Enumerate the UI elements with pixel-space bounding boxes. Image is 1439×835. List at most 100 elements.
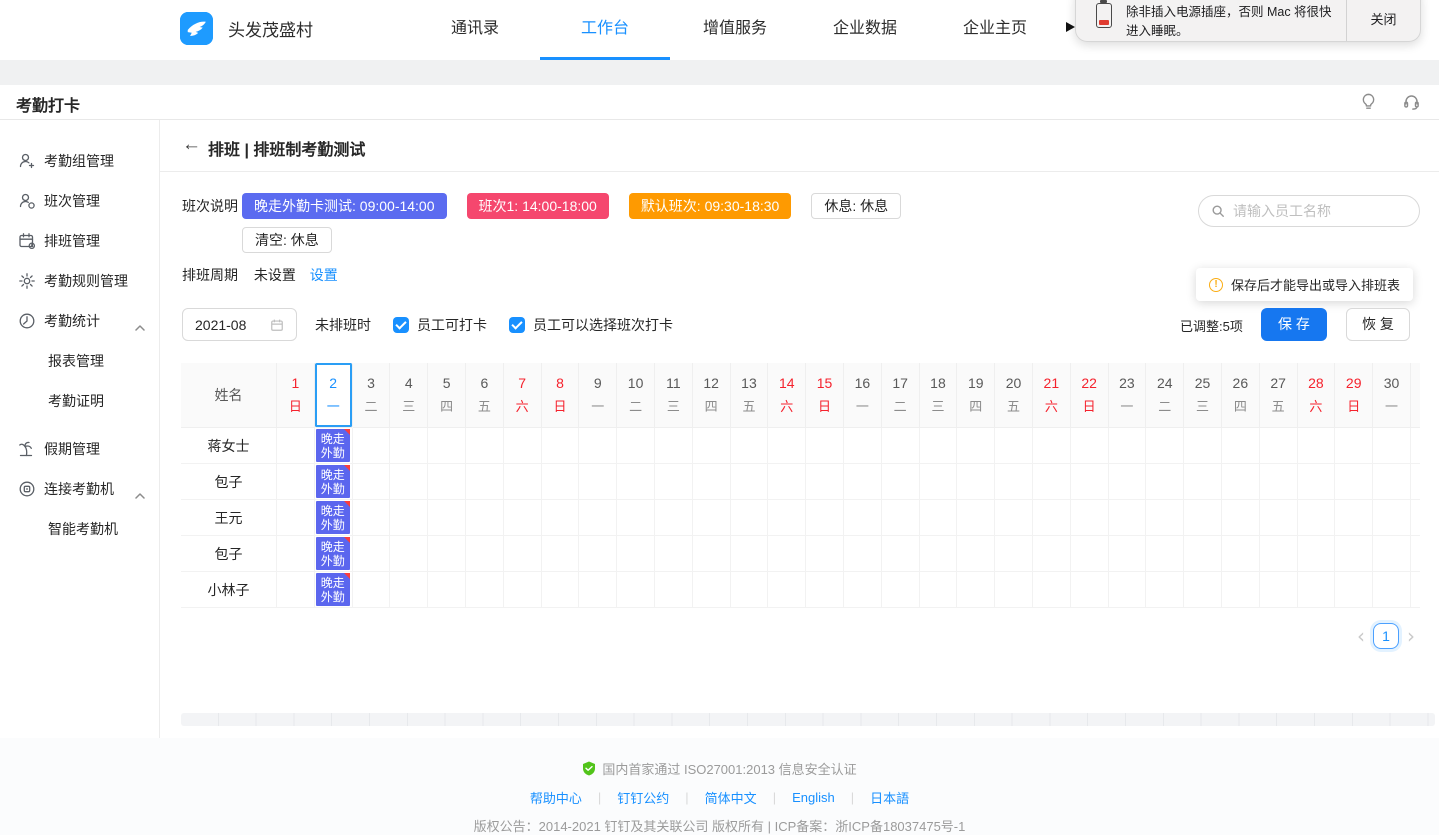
day-cell-4-23[interactable]: [1109, 536, 1147, 572]
day-header-21[interactable]: 21六: [1033, 363, 1071, 428]
page-number[interactable]: 1: [1373, 623, 1399, 649]
day-cell-4-4[interactable]: [390, 536, 428, 572]
sidebar-item-3[interactable]: 排班管理: [0, 221, 159, 261]
day-cell-2-22[interactable]: [1071, 464, 1109, 500]
day-header-15[interactable]: 15日: [806, 363, 844, 428]
shift-legend-badge-2[interactable]: 班次1: 14:00-18:00: [467, 193, 609, 219]
day-cell-1-18[interactable]: [920, 428, 958, 464]
day-cell-1-3[interactable]: [353, 428, 391, 464]
day-cell-3-28[interactable]: [1298, 500, 1336, 536]
day-cell-3-8[interactable]: [542, 500, 580, 536]
nav-tab-2[interactable]: 工作台: [540, 0, 670, 60]
day-cell-5-12[interactable]: [693, 572, 731, 608]
day-cell-1-21[interactable]: [1033, 428, 1071, 464]
day-cell-4-10[interactable]: [617, 536, 655, 572]
day-cell-1-16[interactable]: [844, 428, 882, 464]
day-cell-4-29[interactable]: [1335, 536, 1373, 572]
day-cell-4-9[interactable]: [579, 536, 617, 572]
day-header-7[interactable]: 7六: [504, 363, 542, 428]
day-cell-3-7[interactable]: [504, 500, 542, 536]
day-cell-1-4[interactable]: [390, 428, 428, 464]
lightbulb-icon[interactable]: [1359, 92, 1378, 116]
day-cell-2-13[interactable]: [731, 464, 769, 500]
day-cell-1-13[interactable]: [731, 428, 769, 464]
day-cell-3-19[interactable]: [957, 500, 995, 536]
day-cell-3-17[interactable]: [882, 500, 920, 536]
day-cell-2-11[interactable]: [655, 464, 693, 500]
day-cell-5-29[interactable]: [1335, 572, 1373, 608]
day-cell-5-11[interactable]: [655, 572, 693, 608]
day-header-28[interactable]: 28六: [1298, 363, 1336, 428]
day-cell-5-30[interactable]: [1373, 572, 1411, 608]
day-cell-1-24[interactable]: [1146, 428, 1184, 464]
day-header-11[interactable]: 11三: [655, 363, 693, 428]
day-cell-4-26[interactable]: [1222, 536, 1260, 572]
day-cell-4-19[interactable]: [957, 536, 995, 572]
day-cell-5-22[interactable]: [1071, 572, 1109, 608]
day-cell-4-16[interactable]: [844, 536, 882, 572]
day-cell-5-28[interactable]: [1298, 572, 1336, 608]
shift-legend-badge-1[interactable]: 晚走外勤卡测试: 09:00-14:00: [242, 193, 447, 219]
day-cell-5-13[interactable]: [731, 572, 769, 608]
employee-search[interactable]: [1198, 195, 1420, 227]
day-cell-5-25[interactable]: [1184, 572, 1222, 608]
day-cell-2-21[interactable]: [1033, 464, 1071, 500]
day-cell-5-26[interactable]: [1222, 572, 1260, 608]
day-cell-2-1[interactable]: [277, 464, 315, 500]
day-cell-4-12[interactable]: [693, 536, 731, 572]
day-cell-3-16[interactable]: [844, 500, 882, 536]
day-cell-1-10[interactable]: [617, 428, 655, 464]
day-cell-2-18[interactable]: [920, 464, 958, 500]
sidebar-subitem-5-2[interactable]: 考勤证明: [0, 381, 159, 421]
day-cell-1-11[interactable]: [655, 428, 693, 464]
day-cell-2-30[interactable]: [1373, 464, 1411, 500]
day-header-6[interactable]: 6五: [466, 363, 504, 428]
day-cell-4-30[interactable]: [1373, 536, 1411, 572]
day-cell-5-27[interactable]: [1260, 572, 1298, 608]
day-cell-2-6[interactable]: [466, 464, 504, 500]
day-cell-3-12[interactable]: [693, 500, 731, 536]
day-cell-4-21[interactable]: [1033, 536, 1071, 572]
day-cell-4-28[interactable]: [1298, 536, 1336, 572]
day-cell-5-31[interactable]: [1411, 572, 1420, 608]
restore-button[interactable]: 恢 复: [1346, 308, 1410, 341]
day-cell-5-8[interactable]: [542, 572, 580, 608]
day-cell-3-14[interactable]: [768, 500, 806, 536]
day-cell-5-24[interactable]: [1146, 572, 1184, 608]
day-header-1[interactable]: 1日: [277, 363, 315, 428]
day-cell-4-3[interactable]: [353, 536, 391, 572]
day-cell-4-7[interactable]: [504, 536, 542, 572]
day-cell-3-6[interactable]: [466, 500, 504, 536]
sidebar-item-2[interactable]: 班次管理: [0, 181, 159, 221]
day-cell-3-30[interactable]: [1373, 500, 1411, 536]
day-cell-1-12[interactable]: [693, 428, 731, 464]
day-cell-1-26[interactable]: [1222, 428, 1260, 464]
shift-cell-badge[interactable]: 晚走外勤: [316, 537, 350, 570]
day-cell-2-7[interactable]: [504, 464, 542, 500]
day-header-25[interactable]: 25三: [1184, 363, 1222, 428]
day-cell-5-15[interactable]: [806, 572, 844, 608]
day-cell-5-1[interactable]: [277, 572, 315, 608]
day-header-22[interactable]: 22日: [1071, 363, 1109, 428]
day-header-2[interactable]: 2一: [315, 363, 353, 428]
shift-cell-badge[interactable]: 晚走外勤: [316, 465, 350, 498]
footer-link-5[interactable]: 日本語: [870, 788, 909, 807]
day-cell-1-23[interactable]: [1109, 428, 1147, 464]
day-cell-2-8[interactable]: [542, 464, 580, 500]
day-cell-1-20[interactable]: [995, 428, 1033, 464]
day-header-29[interactable]: 29日: [1335, 363, 1373, 428]
day-cell-3-1[interactable]: [277, 500, 315, 536]
day-cell-3-29[interactable]: [1335, 500, 1373, 536]
day-header-23[interactable]: 23一: [1109, 363, 1147, 428]
day-cell-5-3[interactable]: [353, 572, 391, 608]
day-cell-5-4[interactable]: [390, 572, 428, 608]
brand[interactable]: 头发茂盛村: [180, 12, 313, 45]
day-header-3[interactable]: 3二: [353, 363, 391, 428]
day-cell-5-19[interactable]: [957, 572, 995, 608]
day-header-26[interactable]: 26四: [1222, 363, 1260, 428]
day-cell-2-27[interactable]: [1260, 464, 1298, 500]
day-cell-1-6[interactable]: [466, 428, 504, 464]
day-cell-2-14[interactable]: [768, 464, 806, 500]
day-header-20[interactable]: 20五: [995, 363, 1033, 428]
day-cell-3-11[interactable]: [655, 500, 693, 536]
